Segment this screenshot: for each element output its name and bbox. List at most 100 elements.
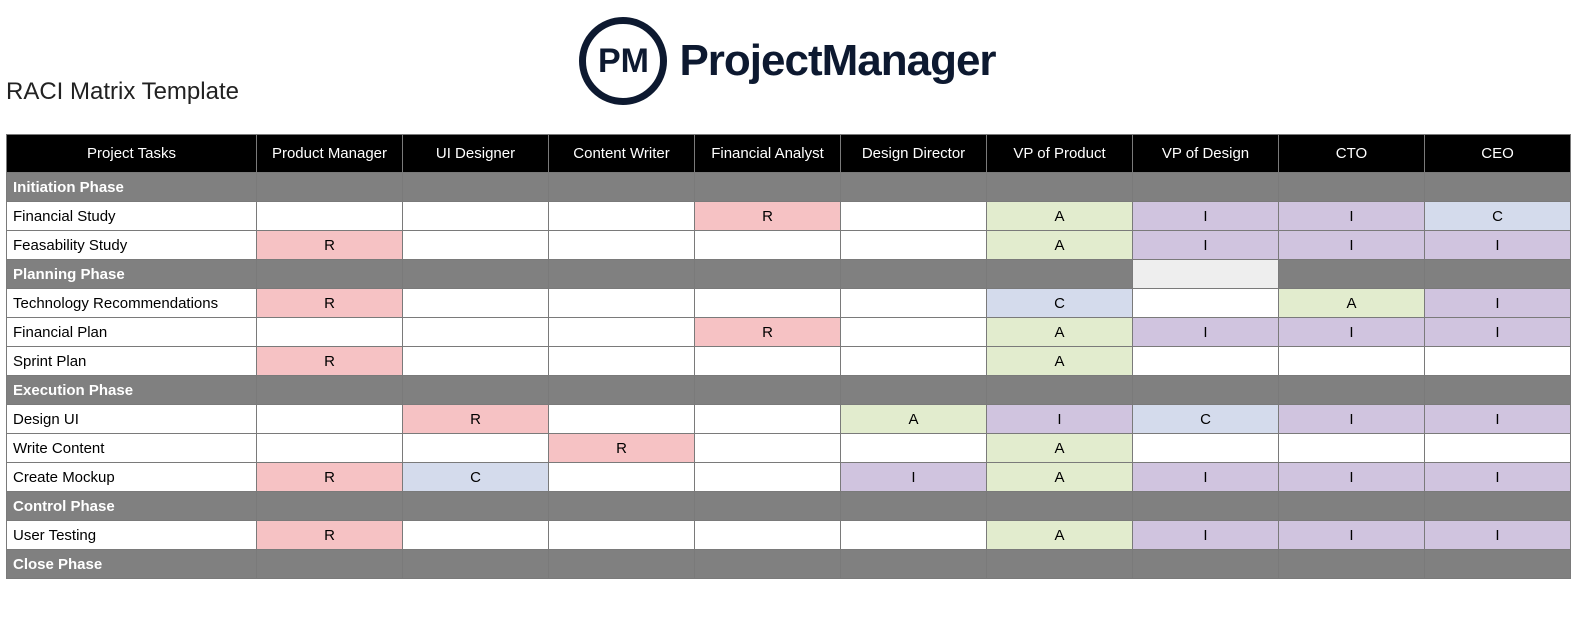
phase-blank-cell [1425,550,1571,579]
col-header-role: Financial Analyst [695,135,841,173]
phase-blank-cell [1133,550,1279,579]
raci-cell: R [257,521,403,550]
raci-cell: R [549,434,695,463]
task-name-cell: Financial Plan [7,318,257,347]
phase-blank-cell [403,550,549,579]
phase-blank-cell [403,376,549,405]
raci-cell: A [987,347,1133,376]
phase-blank-cell [257,173,403,202]
raci-cell [841,318,987,347]
raci-cell: I [1425,231,1571,260]
phase-blank-cell [695,173,841,202]
col-header-role: CEO [1425,135,1571,173]
raci-cell: A [987,463,1133,492]
raci-cell [841,434,987,463]
phase-blank-cell [1279,173,1425,202]
raci-cell: A [987,231,1133,260]
raci-cell [257,405,403,434]
task-name-cell: Write Content [7,434,257,463]
raci-cell: A [1279,289,1425,318]
col-header-role: Product Manager [257,135,403,173]
raci-cell [841,289,987,318]
raci-cell [403,521,549,550]
raci-cell: I [841,463,987,492]
raci-cell [403,347,549,376]
phase-blank-cell [987,173,1133,202]
raci-cell [695,347,841,376]
task-row: Write ContentRA [7,434,1571,463]
brand-logo: PM ProjectManager [579,17,995,105]
col-header-role: CTO [1279,135,1425,173]
task-name-cell: Design UI [7,405,257,434]
raci-cell [549,347,695,376]
phase-blank-cell [403,492,549,521]
raci-cell [403,434,549,463]
phase-blank-cell [549,376,695,405]
task-row: Design UIRAICII [7,405,1571,434]
raci-cell [1425,434,1571,463]
phase-blank-cell [549,492,695,521]
raci-cell: C [987,289,1133,318]
raci-cell [695,405,841,434]
phase-blank-cell [1133,173,1279,202]
phase-blank-cell [1279,376,1425,405]
raci-cell: I [987,405,1133,434]
raci-cell [549,318,695,347]
phase-row: Initiation Phase [7,173,1571,202]
phase-blank-cell [695,376,841,405]
phase-blank-cell [257,492,403,521]
task-row: Financial PlanRAIII [7,318,1571,347]
col-header-role: VP of Product [987,135,1133,173]
phase-row: Control Phase [7,492,1571,521]
raci-cell: C [403,463,549,492]
task-row: User TestingRAIII [7,521,1571,550]
task-name-cell: Technology Recommendations [7,289,257,318]
raci-cell: I [1425,289,1571,318]
raci-cell [1133,289,1279,318]
raci-cell [257,434,403,463]
phase-blank-cell [841,260,987,289]
raci-cell [1133,347,1279,376]
phase-blank-cell [1133,260,1279,289]
phase-blank-cell [841,492,987,521]
raci-cell [1279,347,1425,376]
phase-label: Close Phase [7,550,257,579]
raci-cell [403,289,549,318]
raci-cell [257,202,403,231]
raci-cell [1279,434,1425,463]
raci-cell [841,231,987,260]
phase-blank-cell [987,550,1133,579]
phase-blank-cell [987,376,1133,405]
raci-cell: I [1133,231,1279,260]
raci-cell [549,202,695,231]
phase-blank-cell [1425,173,1571,202]
raci-cell: R [257,231,403,260]
raci-cell [695,289,841,318]
raci-cell: I [1133,521,1279,550]
phase-blank-cell [257,550,403,579]
task-row: Financial StudyRAIIC [7,202,1571,231]
raci-cell [695,463,841,492]
col-header-tasks: Project Tasks [7,135,257,173]
raci-cell: I [1279,318,1425,347]
phase-blank-cell [841,376,987,405]
raci-cell: I [1279,463,1425,492]
phase-label: Initiation Phase [7,173,257,202]
phase-blank-cell [1425,492,1571,521]
phase-blank-cell [257,376,403,405]
phase-blank-cell [257,260,403,289]
phase-blank-cell [841,173,987,202]
raci-cell: A [987,202,1133,231]
raci-cell: C [1425,202,1571,231]
phase-blank-cell [1279,492,1425,521]
raci-cell: I [1425,405,1571,434]
task-row: Sprint PlanRA [7,347,1571,376]
raci-cell [549,231,695,260]
raci-cell [549,521,695,550]
raci-cell: I [1279,521,1425,550]
col-header-role: UI Designer [403,135,549,173]
raci-cell [549,463,695,492]
table-header: Project TasksProduct ManagerUI Designer C… [7,135,1571,173]
raci-cell: R [257,463,403,492]
phase-blank-cell [987,260,1133,289]
